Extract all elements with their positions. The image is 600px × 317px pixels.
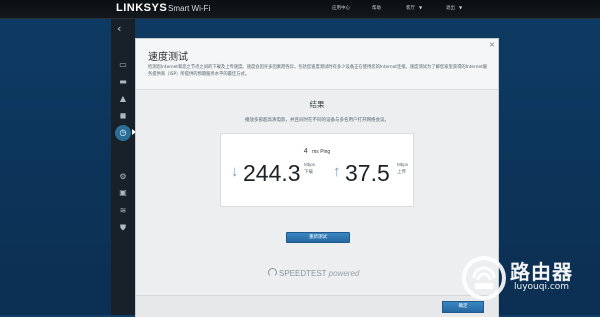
product-name: Smart Wi-Fi [168,4,211,13]
ping-value: 4 [303,148,308,155]
security-icon[interactable]: ⛊ [117,222,129,234]
download-value: 244.3 [243,160,301,186]
nav-help[interactable]: 帮助 [372,5,381,11]
network-name: 客厅 [406,6,415,11]
modal-footer: 确定 [136,295,498,317]
devices-icon[interactable]: ▭ [117,59,129,71]
linksys-logo: LINKSYS [116,2,168,14]
upload-unit: Mbps [397,162,409,167]
modal-title: 速度测试 [148,52,188,63]
speedtest-gauge-icon [268,268,277,277]
speedtest-brand: SPEEDTEST [279,269,327,278]
retest-button[interactable]: 重新测试 [286,232,350,243]
download-unit: Mbps [304,162,316,167]
download-readout: ↓ 244.3 Mbps 下载 [231,160,319,186]
ping-unit: ms Ping [312,149,331,155]
results-title: 结果 [309,100,325,109]
connectivity-icon[interactable]: ⚙ [117,171,129,183]
watermark-url: luyouqi.com [514,282,570,292]
modal-description: 检测您Internet和您之节点之间的下载及上传速度。速度会因许多因素而各异，包… [148,65,488,77]
router-icon[interactable]: ▬ [117,76,129,88]
top-header: LINKSYS Smart Wi-Fi 应用中心 帮助 客厅 ▼ 退出 ▼ [0,0,600,19]
upload-arrow-icon: ↑ [333,163,341,180]
watermark-text: 路由器 [510,260,573,284]
download-arrow-icon: ↓ [231,163,239,180]
ping-readout: 4 ms Ping [221,140,413,158]
logout-label: 退出 [446,6,455,11]
upload-readout: ↑ 37.5 Mbps 上传 [333,160,411,186]
nav-network-selector[interactable]: 客厅 ▼ [406,5,422,11]
results-panel: 结果 播放多部超高清电影，并且同时在不同的设备与多名用户打开网络会议。 4 ms… [136,89,498,302]
wireless-icon[interactable]: ≋ [117,205,129,217]
upload-value: 37.5 [345,160,390,186]
close-icon[interactable]: × [488,41,496,49]
router-logo-icon [462,256,506,300]
result-card: 4 ms Ping ↓ 244.3 Mbps 下载 ↑ 37.5 Mbps 上传 [220,133,414,207]
back-chevron-icon[interactable]: ‹ [117,22,121,35]
speed-test-modal: 速度测试 × 检测您Internet和您之节点之间的下载及上传速度。速度会因许多… [135,38,499,317]
media-icon[interactable]: ▣ [117,187,129,199]
upload-label: 上传 [397,169,406,174]
download-label: 下载 [304,169,313,174]
nav-logout[interactable]: 退出 ▼ [446,5,462,11]
dropdown-icon: ▼ [459,5,463,10]
sidebar: ‹ ▭ ▬ ▲ ◼ ◷ ⚙ ▣ ≋ ⛊ [111,19,136,315]
nav-app-center[interactable]: 应用中心 [332,5,350,11]
results-subtitle: 播放多部超高清电影，并且同时在不同的设备与多名用户打开网络会议。 [245,118,389,123]
parental-icon[interactable]: ◼ [117,110,129,122]
speedtest-powered-logo: SPEEDTEST powered [268,268,359,278]
alert-icon[interactable]: ▲ [117,93,129,105]
powered-word: powered [328,269,360,278]
speed-test-icon[interactable]: ◷ [115,125,131,141]
dropdown-icon: ▼ [419,5,423,10]
watermark: 路由器 luyouqi.com [460,252,600,315]
